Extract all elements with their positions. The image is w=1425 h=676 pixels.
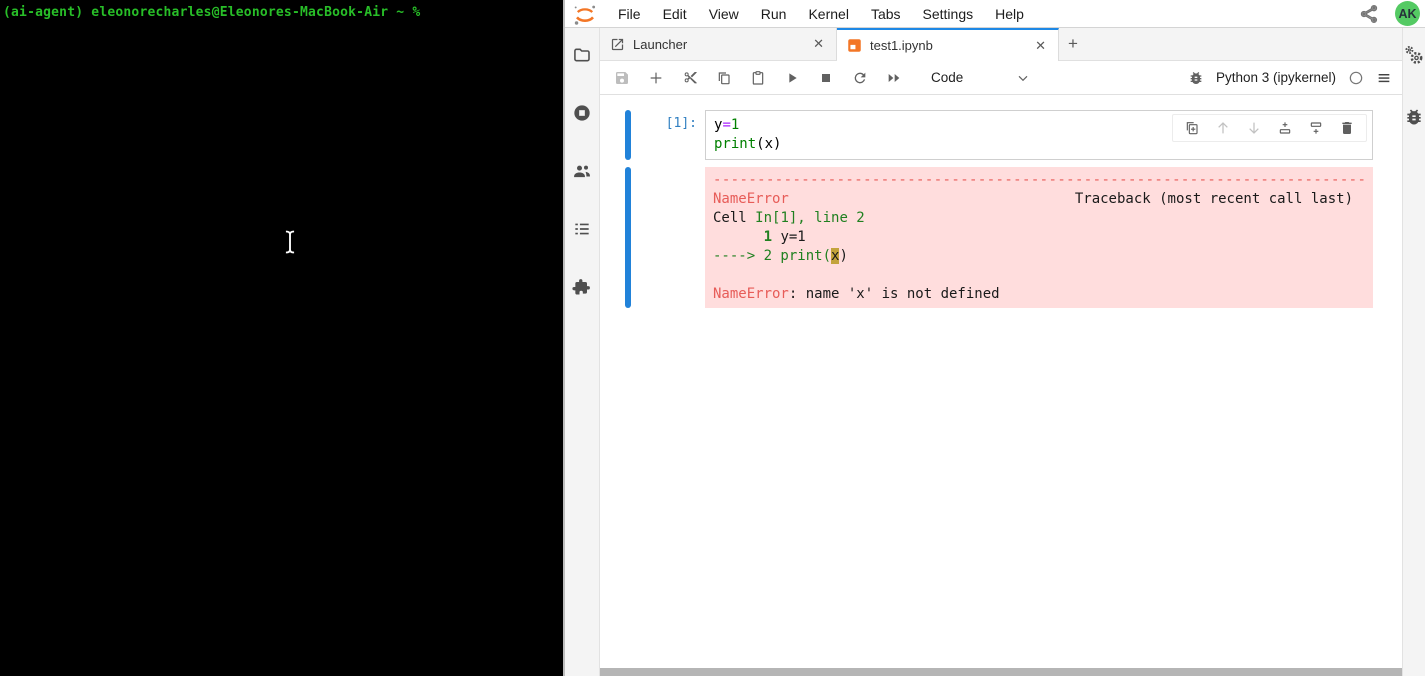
collaborators-icon[interactable] — [571, 160, 593, 182]
error-output: ----------------------------------------… — [705, 167, 1373, 308]
paste-icon[interactable] — [749, 69, 766, 86]
output-prompt-spacer — [631, 167, 705, 308]
tab-bar: Launcher ✕ test1.ipynb ✕ + — [600, 28, 1402, 61]
jupyter-body: Launcher ✕ test1.ipynb ✕ + Code Python 3… — [565, 28, 1425, 676]
notebook-toolbar: Code Python 3 (ipykernel) — [600, 61, 1402, 95]
debugger-icon[interactable] — [1403, 106, 1425, 128]
traceback-header: NameError Traceback (most recent call la… — [713, 190, 1365, 209]
traceback-rule: ----------------------------------------… — [713, 172, 1365, 188]
code-editor[interactable]: y=1 print(x) — [705, 110, 1373, 160]
debugger-icon[interactable] — [1188, 69, 1205, 86]
menu-run[interactable]: Run — [750, 6, 798, 22]
tab-launcher-label: Launcher — [633, 36, 688, 52]
tab-notebook-label: test1.ipynb — [870, 38, 933, 53]
text-cursor-icon — [283, 229, 297, 260]
extensions-icon[interactable] — [571, 276, 593, 298]
execution-prompt: [1]: — [665, 116, 697, 131]
menu-edit[interactable]: Edit — [652, 6, 698, 22]
add-cell-icon[interactable] — [647, 69, 664, 86]
jupyter-logo-icon — [572, 2, 598, 26]
copy-icon[interactable] — [715, 69, 732, 86]
launcher-icon — [610, 37, 625, 52]
run-icon[interactable] — [783, 69, 800, 86]
menu-icon[interactable] — [1375, 69, 1392, 86]
menu-help[interactable]: Help — [984, 6, 1035, 22]
toolbar-right: Python 3 (ipykernel) — [1188, 69, 1392, 86]
bottom-strip — [600, 668, 1402, 676]
cell-type-value: Code — [931, 70, 964, 85]
cell-type-select[interactable]: Code — [931, 69, 1031, 86]
duplicate-cell-icon[interactable] — [1184, 120, 1200, 136]
screen: (ai-agent) eleonorecharles@Eleonores-Mac… — [0, 0, 1425, 676]
terminal-prompt: (ai-agent) eleonorecharles@Eleonores-Mac… — [3, 5, 421, 20]
jupyterlab-window: File Edit View Run Kernel Tabs Settings … — [563, 0, 1425, 676]
left-sidebar — [565, 28, 600, 676]
property-inspector-icon[interactable] — [1403, 44, 1425, 66]
delete-cell-icon[interactable] — [1339, 120, 1355, 136]
menu-view[interactable]: View — [698, 6, 750, 22]
tab-notebook[interactable]: test1.ipynb ✕ — [837, 28, 1059, 61]
terminal-window[interactable]: (ai-agent) eleonorecharles@Eleonores-Mac… — [0, 0, 563, 676]
traceback-label: Traceback (most recent call last) — [1074, 191, 1353, 207]
menu-settings[interactable]: Settings — [912, 6, 985, 22]
menu-kernel[interactable]: Kernel — [797, 6, 859, 22]
kernel-status-icon[interactable] — [1347, 69, 1364, 86]
stop-icon[interactable] — [817, 69, 834, 86]
insert-below-icon[interactable] — [1308, 120, 1324, 136]
error-type: NameError — [713, 191, 789, 207]
notebook-icon — [847, 38, 862, 53]
save-icon[interactable] — [613, 69, 630, 86]
cell-toolbar — [1172, 114, 1367, 142]
table-of-contents-icon[interactable] — [571, 218, 593, 240]
context-line-1: 1 y=1 — [763, 229, 806, 245]
menu-tabs[interactable]: Tabs — [860, 6, 912, 22]
kernel-name[interactable]: Python 3 (ipykernel) — [1216, 70, 1336, 85]
code-cell[interactable]: [1]: y=1 print(x) — [600, 110, 1402, 160]
new-tab-button[interactable]: + — [1059, 28, 1087, 60]
move-up-icon[interactable] — [1215, 120, 1231, 136]
notebook-area: [1]: y=1 print(x) ----------------------… — [600, 95, 1402, 668]
file-browser-icon[interactable] — [571, 44, 593, 66]
running-kernels-icon[interactable] — [571, 102, 593, 124]
close-icon[interactable]: ✕ — [809, 34, 828, 54]
cut-icon[interactable] — [681, 69, 698, 86]
close-icon[interactable]: ✕ — [1031, 36, 1050, 56]
main-dock: Launcher ✕ test1.ipynb ✕ + Code Python 3… — [600, 28, 1402, 676]
context-line-2: ----> 2 print(x) — [713, 248, 848, 264]
tab-launcher[interactable]: Launcher ✕ — [600, 28, 837, 60]
menu-bar: File Edit View Run Kernel Tabs Settings … — [565, 0, 1425, 28]
restart-icon[interactable] — [851, 69, 868, 86]
share-icon[interactable] — [1359, 4, 1379, 24]
menu-file[interactable]: File — [607, 6, 652, 22]
menubar-right: AK — [1359, 1, 1425, 26]
cell-output: ----------------------------------------… — [600, 167, 1402, 308]
insert-above-icon[interactable] — [1277, 120, 1293, 136]
right-sidebar — [1402, 28, 1425, 676]
chevron-down-icon — [1014, 69, 1031, 86]
move-down-icon[interactable] — [1246, 120, 1262, 136]
user-avatar[interactable]: AK — [1395, 1, 1420, 26]
error-message: NameError: name 'x' is not defined — [713, 286, 1000, 302]
run-all-icon[interactable] — [885, 69, 902, 86]
traceback-location: Cell In[1], line 2 — [713, 210, 865, 226]
